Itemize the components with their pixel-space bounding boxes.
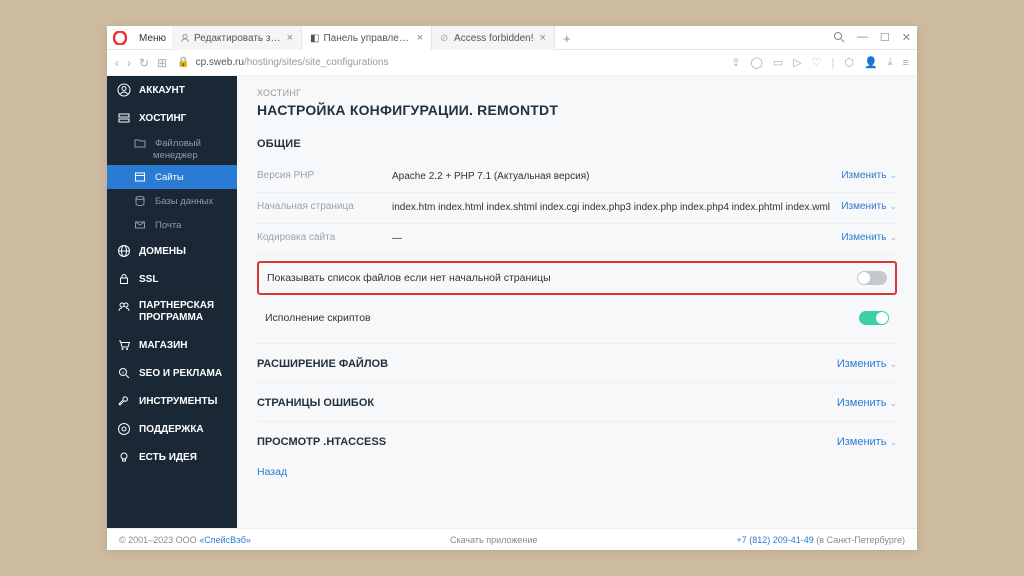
extension-icon[interactable]: ▭ [773, 56, 783, 69]
chevron-down-icon: ⌄ [889, 359, 897, 370]
globe-icon [117, 244, 131, 258]
opera-logo-icon [111, 29, 129, 47]
person-icon [180, 33, 190, 43]
sidebar-item-partner[interactable]: ПАРТНЕРСКАЯ ПРОГРАММА [107, 293, 237, 331]
cube-icon[interactable]: ⬡ [844, 56, 854, 69]
reload-icon[interactable]: ↻ [139, 56, 149, 70]
toggle-filelist[interactable] [857, 271, 887, 285]
sidebar-item-idea[interactable]: ЕСТЬ ИДЕЯ [107, 443, 237, 471]
svg-text:$: $ [122, 371, 124, 375]
share-icon[interactable]: ⇪ [731, 56, 740, 69]
download-icon[interactable]: ⤓ [888, 56, 893, 69]
wrench-icon [117, 394, 131, 408]
close-icon[interactable]: × [287, 32, 293, 44]
cart-icon [117, 338, 131, 352]
browser-menu-button[interactable]: Меню [133, 33, 172, 44]
section-common: ОБЩИЕ [257, 138, 897, 150]
sites-icon [133, 170, 147, 184]
lock-icon [117, 272, 131, 286]
forbidden-icon: ⊘ [440, 33, 450, 44]
tab-favicon-icon: ◧ [310, 33, 319, 44]
browser-tab[interactable]: ◧ Панель управления VH × [302, 26, 432, 50]
footer: © 2001–2023 ООО «СпейсВэб» Скачать прило… [107, 528, 917, 550]
browser-titlebar: Меню Редактировать запись "Th × ◧ Панель… [107, 26, 917, 50]
minimize-icon[interactable]: — [857, 31, 868, 44]
breadcrumb: ХОСТИНГ [257, 88, 897, 98]
change-button[interactable]: Изменить⌄ [837, 436, 897, 448]
toggle-scripts[interactable] [859, 311, 889, 325]
sidebar-sub-mail[interactable]: Почта [107, 213, 237, 237]
sidebar-item-domains[interactable]: ДОМЕНЫ [107, 237, 237, 265]
change-button[interactable]: Изменить⌄ [841, 232, 897, 243]
sidebar-item-account[interactable]: АККАУНТ [107, 76, 237, 104]
bulb-icon [117, 450, 131, 464]
sidebar-item-support[interactable]: ПОДДЕРЖКА [107, 415, 237, 443]
support-icon [117, 422, 131, 436]
setting-row-charset: Кодировка сайта — Изменить⌄ [257, 224, 897, 255]
toggle-row-scripts: Исполнение скриптов [257, 301, 897, 335]
sidebar-item-tools[interactable]: ИНСТРУМЕНТЫ [107, 387, 237, 415]
sidebar-item-seo[interactable]: $ SEO И РЕКЛАМА [107, 359, 237, 387]
lock-icon: 🔒 [177, 57, 189, 68]
download-app-link[interactable]: Скачать приложение [450, 535, 537, 545]
sidebar-item-shop[interactable]: МАГАЗИН [107, 331, 237, 359]
account-icon [117, 83, 131, 97]
setting-row-php: Версия PHP Apache 2.2 + PHP 7.1 (Актуаль… [257, 162, 897, 193]
chevron-down-icon: ⌄ [889, 201, 897, 212]
chevron-down-icon: ⌄ [889, 398, 897, 409]
toggle-row-filelist: Показывать список файлов если нет началь… [257, 261, 897, 295]
phone-link[interactable]: +7 (812) 209-41-49 [737, 535, 814, 545]
browser-tab[interactable]: Редактировать запись "Th × [172, 26, 302, 50]
browser-tab[interactable]: ⊘ Access forbidden! × [432, 26, 555, 50]
hosting-icon [117, 111, 131, 125]
heart-icon[interactable]: ♡ [812, 56, 822, 69]
change-button[interactable]: Изменить⌄ [837, 358, 897, 370]
url-input[interactable]: 🔒 cp.sweb.ru/hosting/sites/site_configur… [177, 57, 721, 68]
new-tab-button[interactable]: + [555, 31, 579, 46]
folder-icon [133, 136, 147, 150]
back-link[interactable]: Назад [257, 452, 287, 484]
collapse-file-ext[interactable]: РАСШИРЕНИЕ ФАЙЛОВ Изменить⌄ [257, 343, 897, 374]
main-content: ХОСТИНГ НАСТРОЙКА КОНФИГУРАЦИИ. REMONTDT… [237, 76, 917, 528]
collapse-error-pages[interactable]: СТРАНИЦЫ ОШИБОК Изменить⌄ [257, 382, 897, 413]
play-icon[interactable]: ▷ [793, 56, 801, 69]
back-icon[interactable]: ‹ [115, 56, 119, 70]
address-bar: ‹ › ↻ ⊞ 🔒 cp.sweb.ru/hosting/sites/site_… [107, 50, 917, 76]
close-window-icon[interactable]: ✕ [902, 31, 911, 44]
company-link[interactable]: «СпейсВэб» [199, 535, 251, 545]
more-icon[interactable]: ≡ [903, 57, 909, 69]
chevron-down-icon: ⌄ [889, 170, 897, 181]
page-title: НАСТРОЙКА КОНФИГУРАЦИИ. REMONTDT [257, 102, 897, 118]
chevron-down-icon: ⌄ [889, 232, 897, 243]
change-button[interactable]: Изменить⌄ [841, 201, 897, 212]
change-button[interactable]: Изменить⌄ [837, 397, 897, 409]
setting-row-index: Начальная страница index.htm index.html … [257, 193, 897, 224]
sidebar: АККАУНТ ХОСТИНГ Файловый менеджер Сайты … [107, 76, 237, 528]
sidebar-item-ssl[interactable]: SSL [107, 265, 237, 293]
close-icon[interactable]: × [417, 32, 423, 44]
speeddial-icon[interactable]: ⊞ [157, 56, 167, 70]
forward-icon[interactable]: › [127, 56, 131, 70]
mail-icon [133, 218, 147, 232]
camera-icon[interactable]: ◯ [750, 56, 762, 69]
sidebar-sub-sites[interactable]: Сайты [107, 165, 237, 189]
collapse-htaccess[interactable]: ПРОСМОТР .HTACCESS Изменить⌄ [257, 421, 897, 452]
chevron-down-icon: ⌄ [889, 437, 897, 448]
sidebar-sub-filemanager[interactable]: Файловый менеджер [107, 132, 237, 165]
partner-icon [117, 300, 131, 314]
sidebar-item-hosting[interactable]: ХОСТИНГ [107, 104, 237, 132]
close-icon[interactable]: × [540, 32, 546, 44]
change-button[interactable]: Изменить⌄ [841, 170, 897, 181]
seo-icon: $ [117, 366, 131, 380]
maximize-icon[interactable]: ☐ [880, 31, 890, 44]
database-icon [133, 194, 147, 208]
profile-icon[interactable]: 👤 [864, 56, 878, 69]
sidebar-sub-databases[interactable]: Базы данных [107, 189, 237, 213]
search-icon[interactable] [833, 31, 845, 44]
